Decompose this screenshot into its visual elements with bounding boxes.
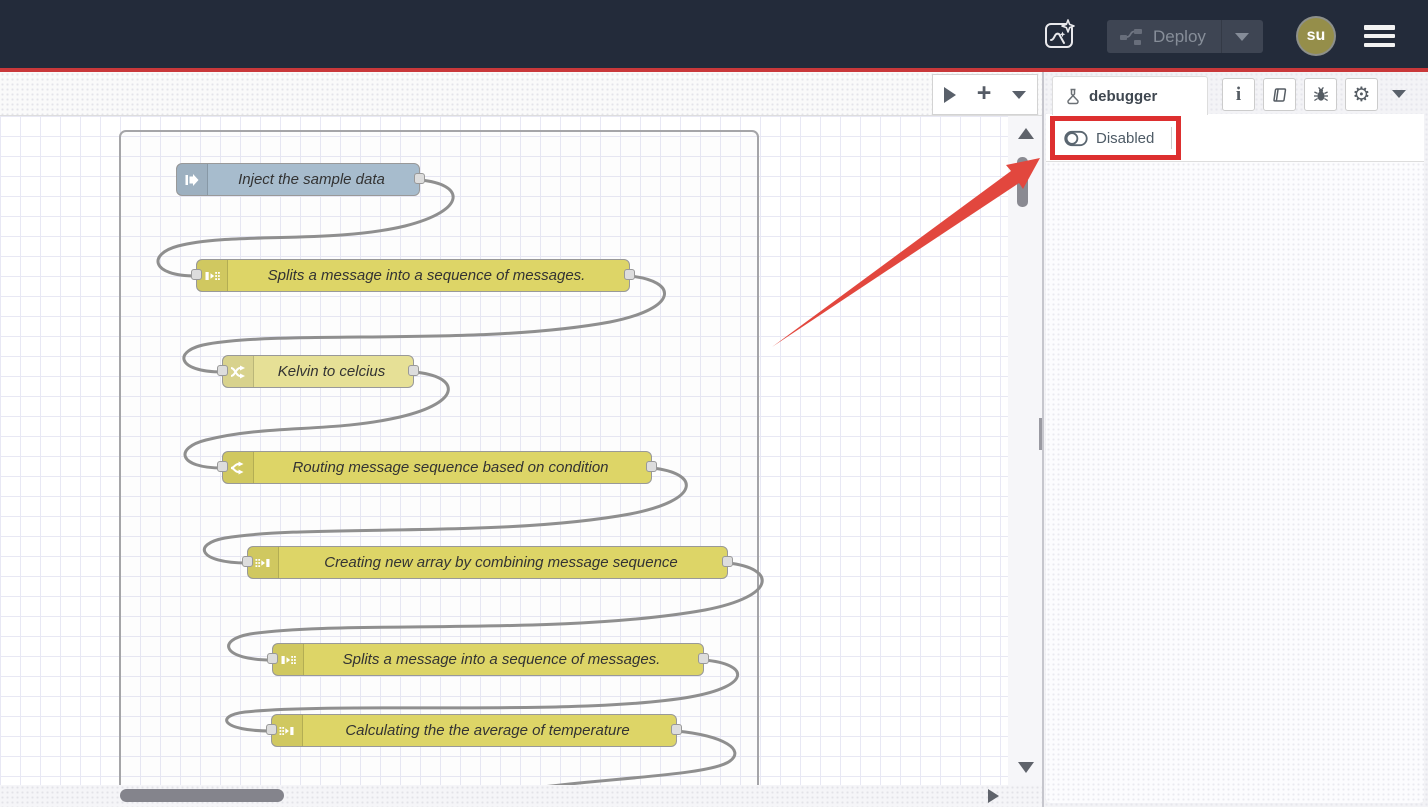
output-port[interactable]: [414, 173, 425, 184]
gear-icon: ⚙: [1353, 85, 1371, 105]
toggle-off-icon: [1064, 130, 1088, 147]
book-icon: [1271, 86, 1289, 104]
input-port[interactable]: [217, 365, 228, 376]
scroll-up-icon[interactable]: [1018, 128, 1034, 139]
output-port[interactable]: [646, 461, 657, 472]
input-port[interactable]: [217, 461, 228, 472]
app-header: Deploy su: [0, 0, 1428, 68]
node-average[interactable]: Calculating the the average of temperatu…: [271, 714, 677, 747]
bug-icon: [1312, 86, 1330, 104]
debug-toolbar: Disabled: [1046, 114, 1424, 162]
tab-label: debugger: [1089, 88, 1157, 105]
info-button[interactable]: i: [1222, 78, 1255, 111]
node-split[interactable]: Splits a message into a sequence of mess…: [196, 259, 630, 292]
vertical-scrollbar[interactable]: [1008, 116, 1042, 785]
flask-icon: [1066, 88, 1080, 105]
workspace-tab-toolbar: +: [932, 74, 1038, 115]
horizontal-scroll-thumb[interactable]: [120, 789, 284, 802]
node-label: Routing message sequence based on condit…: [254, 459, 651, 476]
assistant-icon[interactable]: [1043, 17, 1077, 51]
flow-list-chevron-icon[interactable]: [1012, 91, 1026, 99]
input-port[interactable]: [191, 269, 202, 280]
output-port[interactable]: [408, 365, 419, 376]
node-label: Calculating the the average of temperatu…: [303, 722, 676, 739]
help-button[interactable]: [1263, 78, 1296, 111]
node-switch[interactable]: Routing message sequence based on condit…: [222, 451, 652, 484]
node-change[interactable]: Kelvin to celcius: [222, 355, 414, 388]
info-icon: i: [1236, 84, 1241, 106]
main-menu-button[interactable]: [1364, 25, 1395, 47]
output-port[interactable]: [671, 724, 682, 735]
scroll-right-icon[interactable]: [988, 789, 999, 803]
deploy-nodes-icon: [1119, 28, 1143, 46]
node-inject[interactable]: Inject the sample data: [176, 163, 420, 196]
tab-debugger[interactable]: debugger: [1052, 76, 1208, 115]
output-port[interactable]: [698, 653, 709, 664]
node-label: Kelvin to celcius: [254, 363, 413, 380]
avatar-initials: su: [1307, 27, 1326, 45]
user-avatar[interactable]: su: [1298, 18, 1334, 54]
node-label: Splits a message into a sequence of mess…: [228, 267, 629, 284]
settings-button[interactable]: ⚙: [1345, 78, 1378, 111]
disabled-highlight-box: Disabled: [1050, 116, 1181, 160]
output-port[interactable]: [722, 556, 733, 567]
node-label: Inject the sample data: [208, 171, 419, 188]
inject-icon: [177, 164, 208, 195]
input-port[interactable]: [242, 556, 253, 567]
deploy-chevron-icon[interactable]: [1235, 33, 1249, 41]
input-port[interactable]: [267, 653, 278, 664]
sidebar-menu-chevron-icon[interactable]: [1392, 90, 1406, 98]
menu-bar-icon: [1364, 43, 1395, 48]
output-port[interactable]: [624, 269, 635, 280]
scroll-tabs-right-icon[interactable]: [944, 87, 956, 103]
vertical-scroll-thumb[interactable]: [1017, 157, 1028, 207]
debug-messages-area: [1046, 162, 1424, 803]
node-label: Splits a message into a sequence of mess…: [304, 651, 703, 668]
menu-bar-icon: [1364, 25, 1395, 30]
right-sidebar: debugger i ⚙: [1044, 72, 1428, 807]
deploy-button[interactable]: Deploy: [1107, 20, 1263, 53]
deploy-divider: [1221, 20, 1222, 53]
scroll-down-icon[interactable]: [1018, 762, 1034, 773]
debug-button[interactable]: [1304, 78, 1337, 111]
menu-bar-icon: [1364, 34, 1395, 39]
node-split[interactable]: Splits a message into a sequence of mess…: [272, 643, 704, 676]
horizontal-scrollbar[interactable]: [0, 785, 1042, 807]
add-flow-button[interactable]: +: [977, 81, 992, 106]
input-port[interactable]: [266, 724, 277, 735]
node-label: Creating new array by combining message …: [279, 554, 727, 571]
disabled-toggle-button[interactable]: Disabled: [1096, 130, 1154, 147]
flow-canvas[interactable]: Inject the sample data Splits a message …: [0, 116, 1008, 785]
toolbar-separator: [1171, 127, 1172, 149]
deploy-label: Deploy: [1153, 27, 1221, 47]
workspace-tabbar: [0, 72, 1042, 116]
node-join[interactable]: Creating new array by combining message …: [247, 546, 728, 579]
